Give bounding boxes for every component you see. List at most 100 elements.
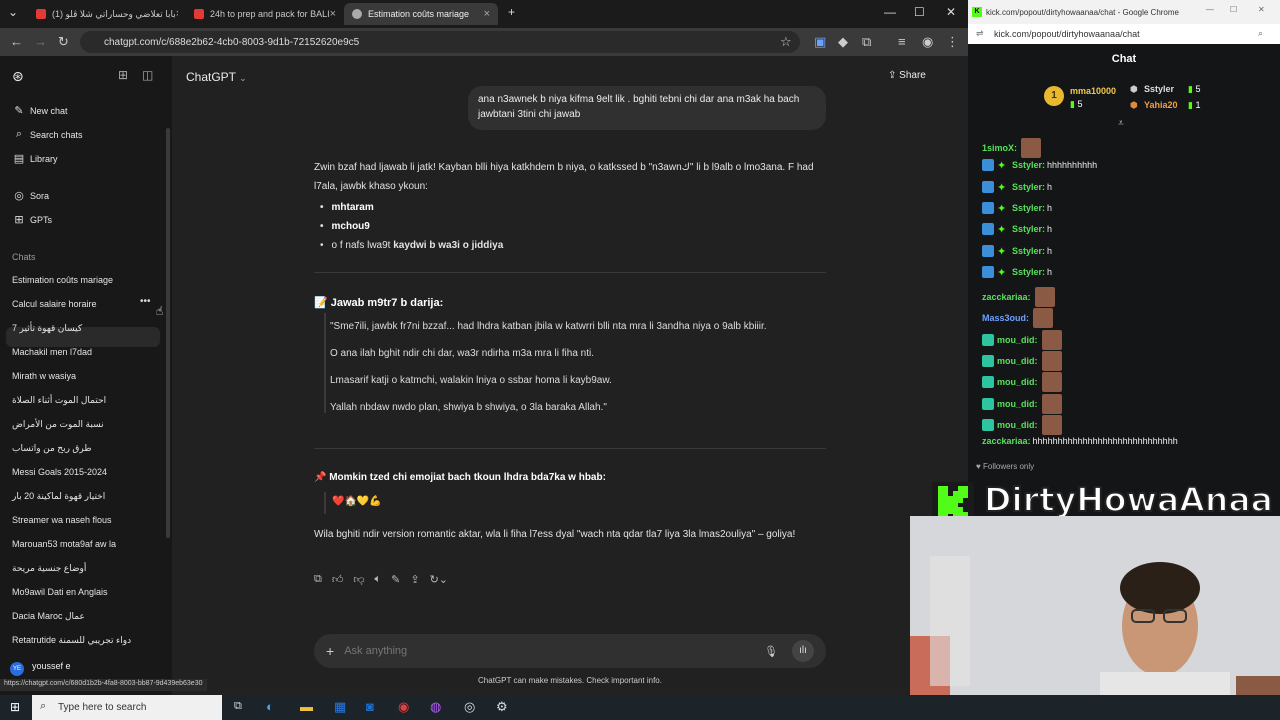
chat-history-item[interactable]: Machakil men l7dad <box>12 347 92 357</box>
new-tab-icon[interactable]: + <box>508 5 515 19</box>
extension-icon[interactable]: ◆ <box>838 34 848 50</box>
chat-history-item[interactable]: Estimation coûts mariage <box>12 275 113 285</box>
taskbar-search[interactable]: ⌕ Type here to search <box>32 695 222 720</box>
chat-username[interactable]: 1simoX: <box>982 143 1017 153</box>
chat-username[interactable]: Sstyler: <box>1012 182 1045 192</box>
plus-icon[interactable]: + <box>326 643 334 659</box>
chat-username[interactable]: mou_did: <box>997 399 1038 409</box>
discord-icon[interactable]: ◍ <box>430 699 441 715</box>
library-button[interactable]: ▤ Library <box>12 152 58 165</box>
chat-username[interactable]: Sstyler: <box>1012 246 1045 256</box>
reload-icon[interactable]: ↻ <box>58 34 69 50</box>
chat-history-item[interactable]: Messi Goals 2015-2024 <box>12 467 107 477</box>
translate-icon[interactable]: ▣ <box>814 34 826 50</box>
media-icon[interactable]: ≡ <box>898 34 906 49</box>
chat-history-item[interactable]: Mo9awil Dati en Anglais <box>12 587 108 597</box>
chat-username[interactable]: mou_did: <box>997 356 1038 366</box>
chat-history-item[interactable]: Dacia Maroc عمال <box>12 611 85 622</box>
bullet-text: o f nafs lwa9t <box>331 240 394 251</box>
sidebar-toggle-icon[interactable]: ◫ <box>142 68 153 82</box>
menu-icon[interactable]: ⋮ <box>946 34 959 50</box>
leaderboard-name[interactable]: Yahia20 <box>1144 100 1178 110</box>
chat-history-item[interactable]: Calcul salaire horaire <box>12 299 97 309</box>
close-window-icon[interactable]: ✕ <box>946 5 956 19</box>
tab-youtube-2[interactable]: 24h to prep and pack for BALI × <box>186 3 336 25</box>
sidebar-scrollbar[interactable] <box>166 128 170 538</box>
read-aloud-icon[interactable]: 🔈︎ <box>375 573 382 586</box>
tab-chatgpt[interactable]: Estimation coûts mariage × <box>344 3 498 25</box>
chat-history-item[interactable]: اختيار قهوة لماكينة 20 بار <box>12 491 105 502</box>
url-input[interactable]: chatgpt.com/c/688e2b62-4cb0-8003-9d1b-72… <box>80 31 800 53</box>
chat-username[interactable]: zacckariaa: <box>982 292 1031 302</box>
tab-list-icon[interactable]: ⌄ <box>8 5 18 19</box>
leaderboard-name[interactable]: Sstyler <box>1144 84 1174 94</box>
chevron-down-icon: ⌄ <box>239 73 247 83</box>
voice-mode-icon[interactable]: ılı <box>792 640 814 662</box>
windows-start-icon[interactable]: ⊞ <box>10 700 20 714</box>
close-icon[interactable]: × <box>484 8 490 20</box>
tab-youtube-1[interactable]: (1) بابا تعلاضي وحساراتي شلا ڤلو × <box>28 3 178 25</box>
chat-history-item[interactable]: احتمال الموت أثناء الصلاة <box>12 395 106 406</box>
chat-username[interactable]: Sstyler: <box>1012 160 1045 170</box>
chat-username[interactable]: zacckariaa: <box>982 436 1031 446</box>
puzzle-icon[interactable]: ⧉ <box>862 34 871 50</box>
back-icon[interactable]: ← <box>10 34 23 49</box>
copy-icon[interactable]: ⧉ <box>314 573 322 586</box>
openai-logo-icon[interactable]: ⊛ <box>12 68 24 85</box>
search-chats-button[interactable]: ⌕ Search chats <box>12 128 83 141</box>
chat-history-item[interactable]: Mirath w wasiya <box>12 371 76 381</box>
message-input[interactable] <box>344 645 745 657</box>
chat-history-item[interactable]: 7 كيسان قهوة تأثير <box>12 323 82 334</box>
chat-history-item[interactable]: Retatrutide دواء تجريبي للسمنة <box>12 635 131 646</box>
site-info-icon[interactable]: ⇌ <box>976 28 984 39</box>
chat-history-item[interactable]: نسبة الموت من الأمراض <box>12 419 104 430</box>
task-view-icon[interactable]: ⧉ <box>234 700 242 713</box>
maximize-icon[interactable]: ☐ <box>1230 5 1237 14</box>
leaderboard-name[interactable]: mma10000 <box>1070 86 1116 96</box>
close-icon[interactable]: × <box>176 8 178 20</box>
chat-history-item[interactable]: طرق ربح من واتساب <box>12 443 92 454</box>
grid-icon[interactable]: ⊞ <box>118 68 128 82</box>
chat-username[interactable]: Sstyler: <box>1012 224 1045 234</box>
collapse-icon[interactable]: ⩡ <box>1118 118 1124 129</box>
user-name[interactable]: youssef e <box>32 661 71 671</box>
share-icon[interactable]: ⇪ <box>410 573 419 586</box>
model-selector[interactable]: ChatGPT ⌄ <box>186 70 247 84</box>
minimize-icon[interactable]: — <box>1206 5 1214 14</box>
edge-icon[interactable]: ◐ <box>266 699 274 714</box>
bookmark-star-icon[interactable]: ☆ <box>780 34 792 50</box>
settings-gear-icon[interactable]: ⚙ <box>496 699 508 715</box>
chat-username[interactable]: Sstyler: <box>1012 203 1045 213</box>
outlook-icon[interactable]: ◙ <box>366 699 374 714</box>
profile-icon[interactable]: ◉ <box>922 34 933 50</box>
forward-icon[interactable]: → <box>34 34 47 49</box>
chat-username[interactable]: mou_did: <box>997 377 1038 387</box>
new-chat-button[interactable]: ✎ New chat <box>12 104 67 117</box>
maximize-icon[interactable]: ☐ <box>914 5 925 19</box>
chat-username[interactable]: mou_did: <box>997 420 1038 430</box>
regenerate-icon[interactable]: ↻⌄ <box>430 573 448 586</box>
share-button[interactable]: ⇪ Share <box>888 70 926 81</box>
chrome-icon[interactable]: ◉ <box>398 699 409 715</box>
microphone-icon[interactable]: 🎙︎ <box>764 645 778 658</box>
close-window-icon[interactable]: ✕ <box>1258 5 1265 14</box>
edit-in-canvas-icon[interactable]: ✎ <box>391 573 400 586</box>
chat-history-item[interactable]: أوضاع جنسية مريحة <box>12 563 86 574</box>
chat-username[interactable]: Sstyler: <box>1012 267 1045 277</box>
thumbs-up-icon[interactable]: 👍︎ <box>332 573 344 586</box>
zoom-icon[interactable]: ⌕ <box>1258 28 1263 39</box>
chat-history-item[interactable]: Streamer wa naseh flous <box>12 515 112 525</box>
close-icon[interactable]: × <box>330 8 336 20</box>
avatar[interactable]: YE <box>10 662 24 676</box>
file-explorer-icon[interactable]: ▬ <box>300 699 313 714</box>
chat-username[interactable]: mou_did: <box>997 335 1038 345</box>
more-options-icon[interactable]: ••• <box>140 296 151 307</box>
sora-button[interactable]: ◎ Sora <box>12 189 49 202</box>
gpts-button[interactable]: ⊞ GPTs <box>12 213 52 226</box>
thumbs-down-icon[interactable]: 👎︎ <box>353 573 364 586</box>
obs-icon[interactable]: ◎ <box>464 699 475 715</box>
chat-username[interactable]: Mass3oud: <box>982 313 1029 323</box>
minimize-icon[interactable]: — <box>884 5 896 19</box>
store-icon[interactable]: ▦ <box>334 699 346 715</box>
chat-history-item[interactable]: Marouan53 mota9af aw la <box>12 539 116 549</box>
